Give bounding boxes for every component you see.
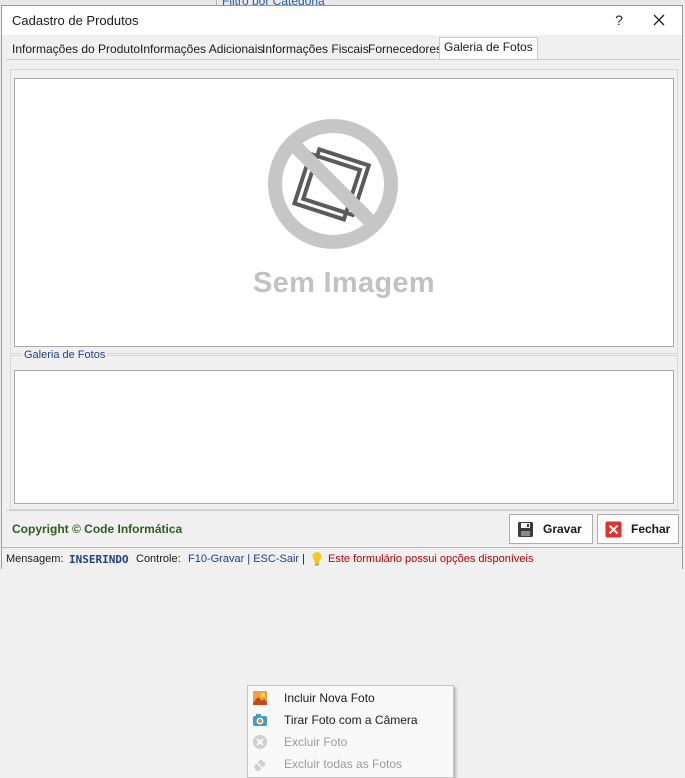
- no-image-text: Sem Imagem: [253, 267, 435, 299]
- lightbulb-icon: [312, 552, 322, 566]
- status-bar: Mensagem: INSERINDO Controle: F10-Gravar…: [2, 547, 682, 569]
- product-dialog: Cadastro de Produtos ? Informações do Pr…: [1, 5, 683, 778]
- status-control-label: Controle:: [136, 553, 181, 565]
- gallery-context-menu: Incluir Nova Foto Tirar Foto com a Câmer…: [247, 685, 454, 778]
- close-icon: [653, 14, 665, 26]
- help-button[interactable]: ?: [606, 8, 632, 32]
- tab-panel-galeria: Sem Imagem Galeria de Fotos Incluir Nova…: [6, 59, 680, 778]
- no-image-icon: [268, 119, 398, 249]
- menu-item-label: Tirar Foto com a Câmera: [284, 713, 418, 727]
- tab-informacoes-produto[interactable]: Informações do Produto: [8, 40, 144, 58]
- menu-item-tirar-foto[interactable]: Tirar Foto com a Câmera: [248, 709, 453, 731]
- eraser-icon: [254, 759, 266, 771]
- close-icon: [605, 521, 622, 538]
- floppy-disk-icon: [518, 522, 533, 537]
- copyright-text: Copyright © Code Informática: [12, 522, 183, 536]
- menu-item-incluir-foto[interactable]: Incluir Nova Foto: [248, 687, 453, 709]
- main-image-area[interactable]: Sem Imagem: [14, 78, 674, 347]
- tab-fornecedores[interactable]: Fornecedores: [364, 40, 446, 58]
- footer-divider: [6, 510, 680, 511]
- tab-galeria-fotos[interactable]: Galeria de Fotos: [439, 37, 538, 59]
- menu-item-label: Excluir Foto: [284, 735, 348, 749]
- tab-informacoes-adicionais[interactable]: Informações Adicionais: [136, 40, 267, 58]
- tab-informacoes-fiscais[interactable]: Informações Fiscais: [258, 40, 373, 58]
- status-hint: Este formulário possui opções disponívei…: [328, 553, 534, 565]
- camera-icon: [253, 714, 267, 726]
- menu-item-excluir-foto[interactable]: Excluir Foto: [248, 731, 453, 753]
- close-window-button[interactable]: [646, 8, 672, 32]
- gallery-group-label: Galeria de Fotos: [22, 349, 108, 361]
- close-button-label: Fechar: [631, 522, 671, 536]
- close-button[interactable]: Fechar: [597, 514, 679, 544]
- title-bar: Cadastro de Produtos ?: [2, 6, 682, 35]
- photo-add-icon: [253, 691, 267, 705]
- status-control-value: F10-Gravar | ESC-Sair: [188, 553, 300, 565]
- menu-item-label: Incluir Nova Foto: [284, 691, 375, 705]
- gallery-area[interactable]: Incluir Nova Foto Tirar Foto com a Câmer…: [14, 370, 674, 778]
- tab-strip: Informações do Produto Informações Adici…: [2, 37, 682, 59]
- save-button[interactable]: Gravar: [509, 514, 593, 544]
- delete-circle-icon: [253, 735, 267, 749]
- status-message-label: Mensagem:: [6, 553, 64, 565]
- save-button-label: Gravar: [543, 522, 582, 536]
- menu-item-label: Excluir todas as Fotos: [284, 757, 403, 771]
- menu-item-excluir-todas[interactable]: Excluir todas as Fotos: [248, 753, 453, 775]
- window-title: Cadastro de Produtos: [12, 13, 139, 28]
- status-message-value: INSERINDO: [69, 553, 129, 566]
- status-separator: |: [302, 553, 305, 565]
